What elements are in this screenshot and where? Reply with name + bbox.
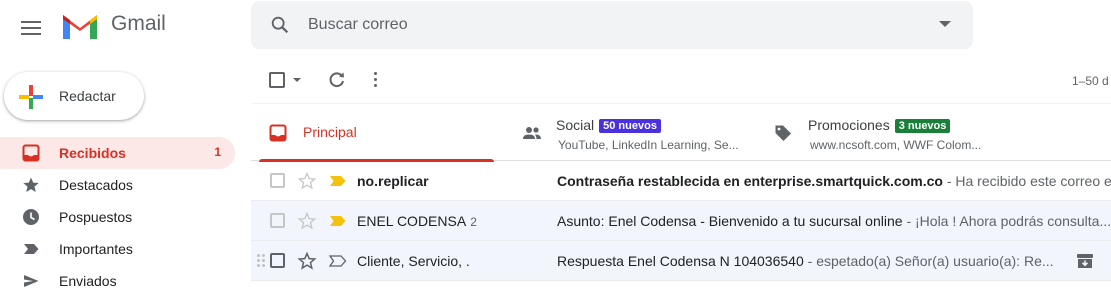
refresh-icon[interactable] [328, 71, 346, 89]
email-snippet: - ¡Hola ! Ahora podrás consulta... [902, 213, 1111, 229]
tab-principal[interactable]: Principal [251, 105, 494, 162]
important-marker-icon[interactable] [329, 175, 347, 187]
tab-social[interactable]: Social 50 nuevos YouTube, LinkedIn Learni… [504, 105, 756, 161]
email-subject: Asunto: Enel Codensa - Bienvenido a tu s… [557, 213, 903, 229]
star-icon [23, 177, 39, 192]
archive-icon[interactable] [1075, 251, 1095, 271]
search-placeholder: Buscar correo [308, 16, 408, 33]
sidebar-item-label: Enviados [59, 273, 117, 289]
people-icon [523, 127, 541, 139]
email-row[interactable]: ENEL CODENSA 2 Asunto: Enel Codensa - Bie… [251, 201, 1111, 241]
email-checkbox[interactable] [270, 173, 285, 188]
tag-icon [775, 125, 791, 141]
tab-label: Social [556, 117, 595, 133]
email-snippet: - espetado(a) Señor(a) usuario(a): Re... [803, 253, 1054, 269]
tab-promociones[interactable]: Promociones 3 nuevos www.ncsoft.com, WWF … [756, 105, 1056, 161]
compose-plus-icon [19, 85, 43, 109]
sidebar-item-label: Pospuestos [59, 209, 133, 225]
send-icon [24, 275, 39, 287]
sidebar-item-snoozed[interactable]: Pospuestos [0, 201, 235, 233]
gmail-logo-icon[interactable] [60, 11, 100, 46]
label-important-icon [24, 244, 39, 254]
sidebar-item-inbox[interactable]: Recibidos 1 [0, 137, 235, 169]
unread-count: 1 [214, 145, 221, 159]
sidebar-item-sent[interactable]: Enviados [0, 265, 235, 297]
star-icon[interactable] [297, 211, 317, 231]
star-icon[interactable] [297, 251, 317, 271]
select-all-checkbox[interactable] [269, 72, 285, 88]
email-snippet: - Ha recibido este correo el... [942, 173, 1111, 189]
select-options-chevron-icon[interactable] [293, 78, 301, 82]
new-count-badge: 50 nuevos [599, 119, 661, 133]
email-subject: Contraseña restablecida en enterprise.sm… [557, 173, 943, 189]
sidebar-item-label: Importantes [59, 241, 133, 257]
sidebar-item-label: Destacados [59, 177, 133, 193]
search-options-icon[interactable] [939, 21, 951, 27]
tab-label: Principal [303, 124, 357, 140]
important-marker-icon[interactable] [329, 255, 347, 267]
tab-subtitle: www.ncsoft.com, WWF Colom... [810, 138, 982, 152]
thread-count: 2 [470, 215, 477, 229]
sidebar-item-label: Recibidos [59, 145, 126, 161]
top-bar: Gmail Buscar correo [0, 0, 1111, 56]
mail-toolbar: 1–50 d [251, 56, 1111, 104]
pagination-text: 1–50 d [1072, 74, 1109, 88]
email-subject: Respuesta Enel Codensa N 104036540 [557, 253, 804, 269]
search-icon[interactable] [269, 14, 291, 36]
email-sender: ENEL CODENSA 2 [357, 213, 477, 229]
inbox-icon [269, 124, 287, 142]
email-row[interactable]: Cliente, Servicio, . Respuesta Enel Code… [251, 241, 1111, 281]
category-tabs: Principal Social 50 nuevos YouTube, Linke… [251, 105, 1111, 162]
star-icon[interactable] [297, 171, 317, 191]
tab-subtitle: YouTube, LinkedIn Learning, Se... [558, 138, 739, 152]
email-sender: Cliente, Servicio, . [357, 253, 470, 269]
app-name: Gmail [111, 12, 166, 35]
more-options-icon[interactable] [374, 72, 377, 90]
tab-label: Promociones [808, 117, 890, 133]
important-marker-icon[interactable] [329, 215, 347, 227]
inbox-icon [22, 144, 40, 162]
sidebar-item-starred[interactable]: Destacados [0, 169, 235, 201]
email-checkbox[interactable] [270, 213, 285, 228]
clock-icon [23, 209, 39, 225]
email-checkbox[interactable] [270, 253, 285, 268]
main-menu-icon[interactable] [16, 12, 48, 44]
drag-handle-icon[interactable] [257, 254, 265, 269]
email-row[interactable]: no.replicar Contraseña restablecida en e… [251, 161, 1111, 201]
search-input[interactable]: Buscar correo [251, 1, 973, 49]
sidebar-item-important[interactable]: Importantes [0, 233, 235, 265]
compose-button[interactable]: Redactar [4, 72, 144, 120]
compose-label: Redactar [59, 88, 116, 104]
new-count-badge: 3 nuevos [894, 119, 951, 133]
email-sender: no.replicar [357, 173, 429, 189]
